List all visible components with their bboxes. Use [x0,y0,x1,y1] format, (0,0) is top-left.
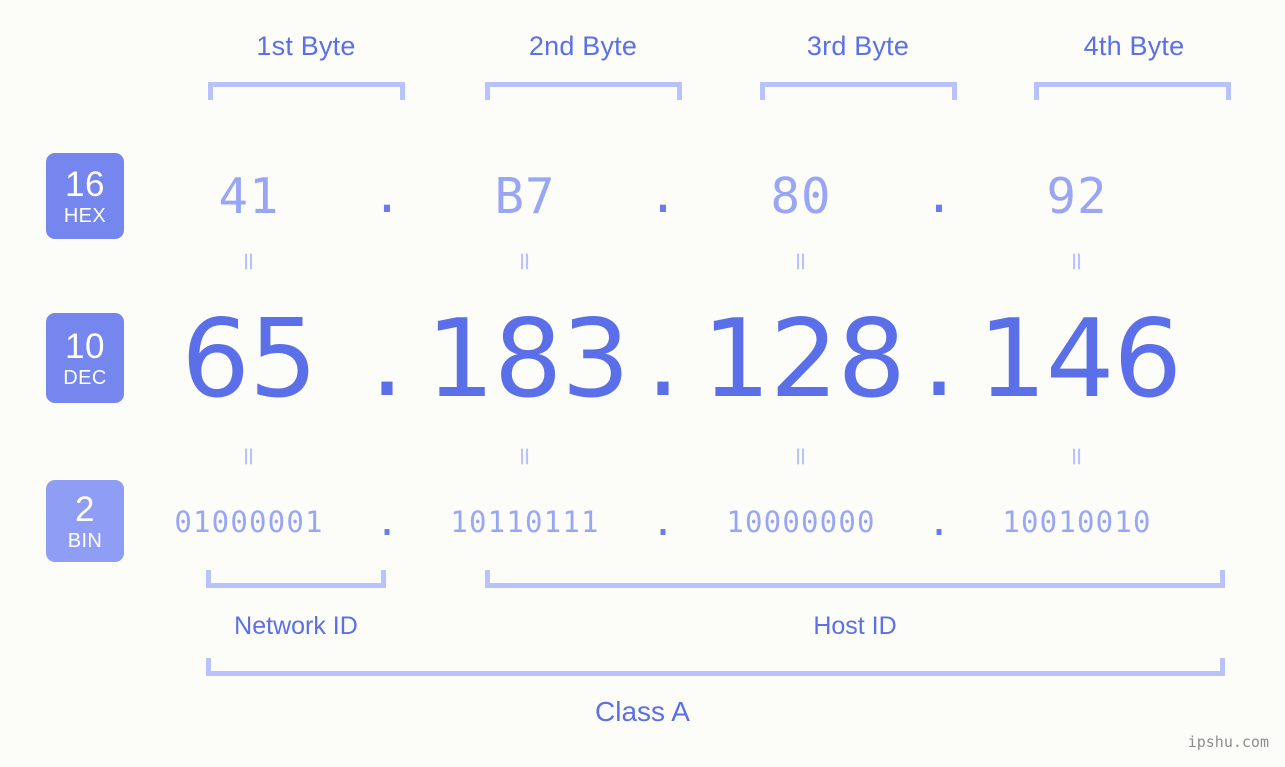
byte-header-3: 3rd Byte [806,31,910,61]
dec-separator-2: . [645,295,681,421]
byte-bracket-3 [760,82,957,100]
base-badge-bin-number: 2 [75,489,95,529]
hex-value-row: 41 . B7 . 80 . 92 [150,152,1270,240]
base-badge-hex-number: 16 [65,164,105,204]
byte-bracket-2 [485,82,682,100]
base-badge-hex: 16 HEX [46,153,124,239]
base-badge-bin-abbr: BIN [67,529,103,552]
ip-address-breakdown-diagram: 1st Byte 2nd Byte 3rd Byte 4th Byte 16 H… [0,0,1285,767]
base-badge-dec-number: 10 [65,326,105,366]
host-id-label: Host ID [813,612,897,640]
byte-bracket-1 [208,82,405,100]
byte-header-1: 1st Byte [256,31,356,61]
network-id-bracket [206,570,386,588]
hex-separator-3: . [924,166,954,224]
dec-separator-1: . [369,295,405,421]
byte-header-4: 4th Byte [1083,31,1185,61]
bin-separator-1: . [374,499,400,545]
dec-separator-3: . [921,295,957,421]
hex-separator-1: . [372,166,402,224]
equals-row-hex-dec: = = = = [150,245,1270,277]
bin-value-row: 01000001 . 10110111 . 10000000 . 1001001… [150,492,1270,552]
base-badge-dec-abbr: DEC [63,366,107,389]
bin-separator-3: . [926,499,952,545]
class-bracket [206,658,1225,676]
bin-byte-1: 01000001 [174,505,324,539]
bin-separator-2: . [650,499,676,545]
base-badge-hex-abbr: HEX [63,204,107,227]
bin-byte-2: 10110111 [450,505,600,539]
site-watermark: ipshu.com [1187,733,1269,751]
byte-header-2: 2nd Byte [528,31,638,61]
byte-bracket-4 [1034,82,1231,100]
dec-value-row: 65 . 183 . 128 . 146 [150,296,1270,422]
base-badge-bin: 2 BIN [46,480,124,562]
equals-row-dec-bin: = = = = [150,440,1270,472]
host-id-bracket [485,570,1225,588]
network-id-label: Network ID [234,612,358,640]
bin-byte-3: 10000000 [726,505,876,539]
bin-byte-4: 10010010 [1002,505,1152,539]
hex-separator-2: . [648,166,678,224]
base-badge-dec: 10 DEC [46,313,124,403]
class-label: Class A [595,696,690,727]
